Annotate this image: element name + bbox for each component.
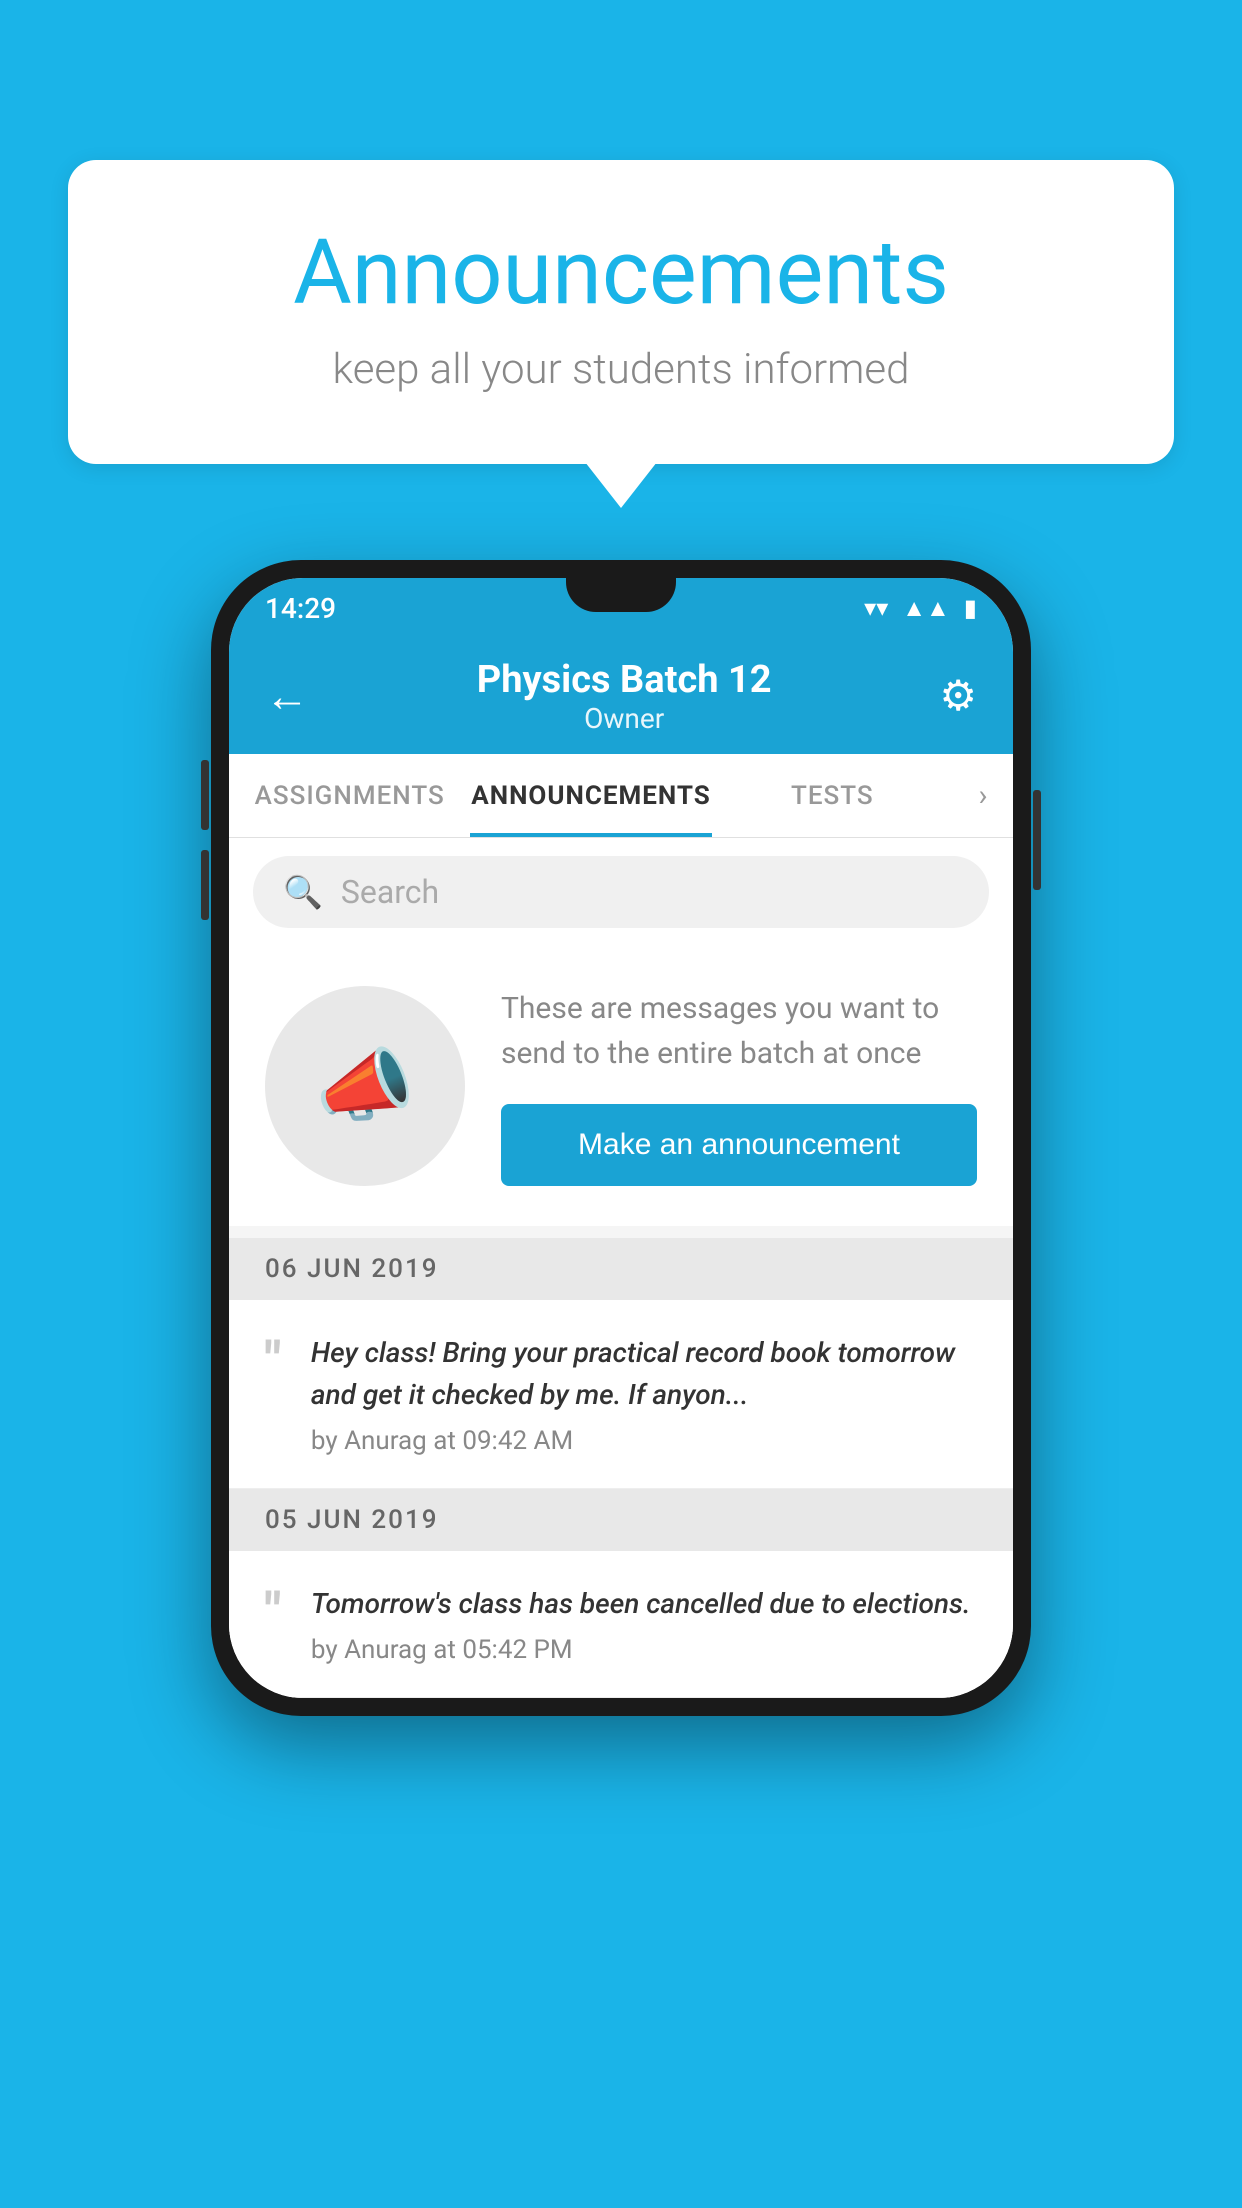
announcement-item-1[interactable]: " Hey class! Bring your practical record… xyxy=(229,1300,1013,1489)
announcement-content-2: Tomorrow's class has been cancelled due … xyxy=(311,1583,977,1665)
date-separator-1: 06 JUN 2019 xyxy=(229,1238,1013,1300)
phone-screen: 14:29 ▾▾ ▲▲ ▮ ← Physics Batch 12 Owner ⚙ xyxy=(229,578,1013,1698)
battery-icon: ▮ xyxy=(964,594,977,622)
header-title: Physics Batch 12 xyxy=(477,658,772,702)
search-bar[interactable]: 🔍 Search xyxy=(253,856,989,928)
announcement-promo: 📣 These are messages you want to send to… xyxy=(229,946,1013,1226)
status-icons: ▾▾ ▲▲ ▮ xyxy=(864,594,977,623)
date-separator-2: 05 JUN 2019 xyxy=(229,1489,1013,1551)
megaphone-icon: 📣 xyxy=(315,1039,415,1133)
phone-mockup: 14:29 ▾▾ ▲▲ ▮ ← Physics Batch 12 Owner ⚙ xyxy=(211,560,1031,1716)
header-title-group: Physics Batch 12 Owner xyxy=(477,658,772,735)
announcement-promo-description: These are messages you want to send to t… xyxy=(501,986,977,1076)
search-icon: 🔍 xyxy=(283,873,323,911)
tab-announcements[interactable]: ANNOUNCEMENTS xyxy=(470,754,711,837)
phone-outer: 14:29 ▾▾ ▲▲ ▮ ← Physics Batch 12 Owner ⚙ xyxy=(211,560,1031,1716)
speech-bubble-section: Announcements keep all your students inf… xyxy=(68,160,1174,464)
quote-icon-1: " xyxy=(265,1336,281,1386)
volume-up-button xyxy=(201,760,209,830)
announcement-meta-1: by Anurag at 09:42 AM xyxy=(311,1426,977,1456)
header-subtitle: Owner xyxy=(477,702,772,735)
phone-notch xyxy=(566,578,676,612)
search-container: 🔍 Search xyxy=(229,838,1013,946)
status-time: 14:29 xyxy=(265,592,336,625)
announcement-content-1: Hey class! Bring your practical record b… xyxy=(311,1332,977,1456)
announcement-message-2: Tomorrow's class has been cancelled due … xyxy=(311,1583,977,1625)
signal-icon: ▲▲ xyxy=(902,594,950,623)
announcement-item-2[interactable]: " Tomorrow's class has been cancelled du… xyxy=(229,1551,1013,1698)
wifi-icon: ▾▾ xyxy=(864,594,888,622)
tabs-more-button[interactable]: › xyxy=(953,754,1013,837)
content-area: 🔍 Search 📣 These are messages you want t… xyxy=(229,838,1013,1698)
power-button xyxy=(1033,790,1041,890)
bubble-subtitle: keep all your students informed xyxy=(148,345,1094,394)
bubble-title: Announcements xyxy=(148,220,1094,325)
app-header: ← Physics Batch 12 Owner ⚙ xyxy=(229,638,1013,754)
announcement-meta-2: by Anurag at 05:42 PM xyxy=(311,1635,977,1665)
make-announcement-button[interactable]: Make an announcement xyxy=(501,1104,977,1186)
speech-bubble: Announcements keep all your students inf… xyxy=(68,160,1174,464)
quote-icon-2: " xyxy=(265,1587,281,1637)
tab-tests[interactable]: TESTS xyxy=(712,754,953,837)
settings-icon[interactable]: ⚙ xyxy=(939,671,977,721)
back-button[interactable]: ← xyxy=(265,670,309,722)
tab-assignments[interactable]: ASSIGNMENTS xyxy=(229,754,470,837)
announcement-icon-circle: 📣 xyxy=(265,986,465,1186)
search-placeholder: Search xyxy=(341,873,439,911)
tabs-bar: ASSIGNMENTS ANNOUNCEMENTS TESTS › xyxy=(229,754,1013,838)
announcement-message-1: Hey class! Bring your practical record b… xyxy=(311,1332,977,1416)
volume-down-button xyxy=(201,850,209,920)
announcement-promo-right: These are messages you want to send to t… xyxy=(501,986,977,1186)
